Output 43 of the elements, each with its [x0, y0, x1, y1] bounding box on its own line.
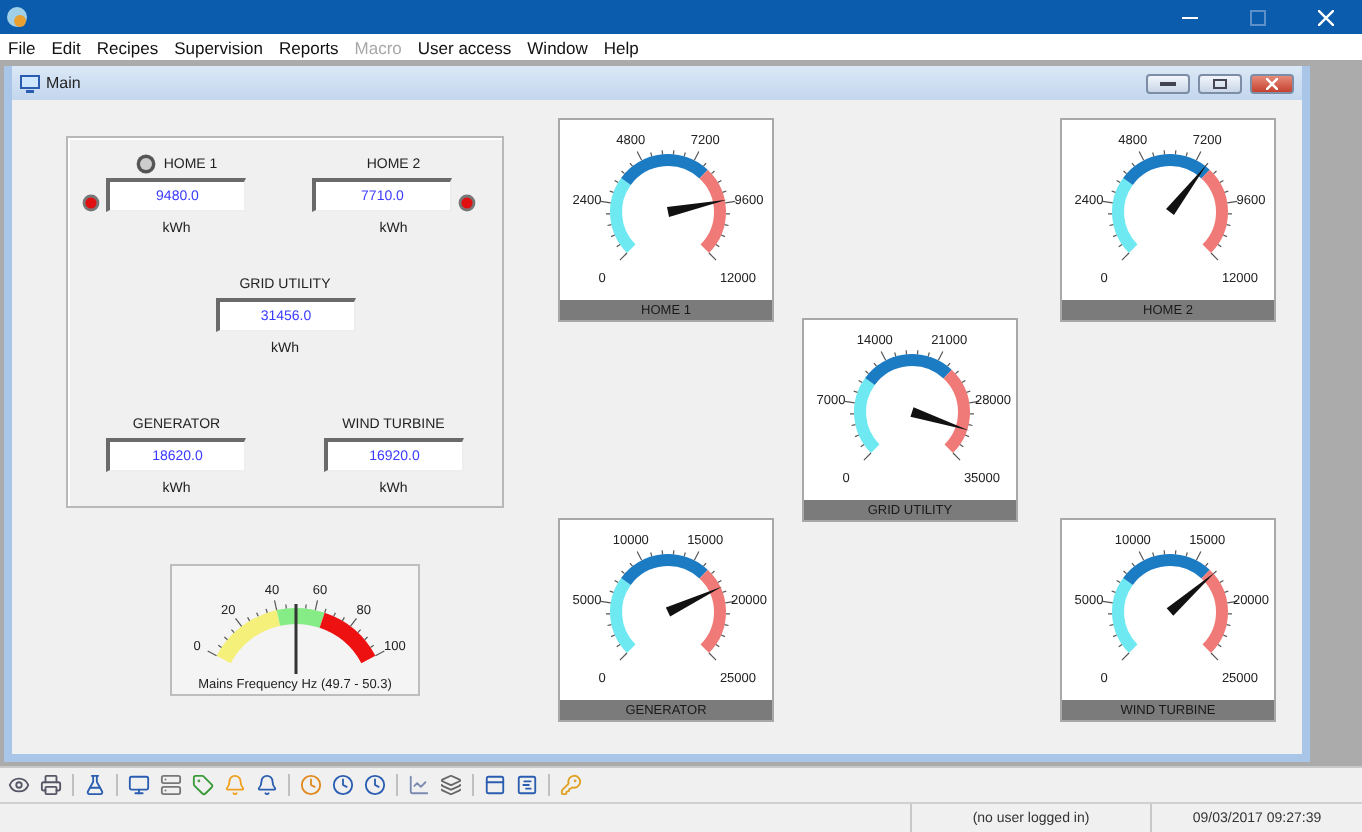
printer-icon[interactable]: [38, 772, 64, 798]
gauge-needle: [910, 407, 970, 431]
close-icon: [1318, 9, 1334, 25]
gauge-needle: [665, 586, 723, 617]
gauge-scale-drawing: [600, 149, 736, 261]
menu-item[interactable]: Supervision: [174, 37, 263, 57]
menu-item[interactable]: File: [8, 37, 36, 57]
maximize-icon: [1250, 9, 1266, 25]
window-title: Main: [46, 74, 81, 92]
restore-button[interactable]: [1198, 73, 1242, 93]
flask-icon[interactable]: [82, 772, 108, 798]
print-preview-icon[interactable]: [6, 772, 32, 798]
clock-icon[interactable]: [330, 772, 356, 798]
clock-icon[interactable]: [362, 772, 388, 798]
gauge-scale-drawing: [1102, 149, 1238, 261]
monitor-icon[interactable]: [126, 772, 152, 798]
line-chart-icon[interactable]: [406, 772, 432, 798]
menu-item[interactable]: Help: [603, 37, 639, 57]
menu-item[interactable]: Edit: [51, 37, 81, 57]
gauge-needle: [1166, 572, 1215, 616]
bell-icon[interactable]: [254, 772, 280, 798]
gauge-needle: [1166, 164, 1207, 216]
menu-item[interactable]: Window: [527, 37, 588, 57]
alarm-lamp: [82, 194, 101, 212]
window-icon[interactable]: [482, 772, 508, 798]
monitor-icon: [20, 73, 40, 93]
minimize-button[interactable]: [1146, 73, 1190, 93]
restore-icon: [1212, 77, 1228, 89]
app-icon: [6, 6, 28, 28]
gauge-needle: [667, 199, 727, 217]
tag-icon[interactable]: [190, 772, 216, 798]
close-button[interactable]: [1250, 73, 1294, 93]
alarm-lamp: [457, 194, 476, 212]
menu-item[interactable]: Recipes: [96, 37, 159, 57]
minimize-icon: [1160, 79, 1176, 87]
close-icon: [1266, 77, 1278, 89]
knob-icon: [135, 154, 156, 174]
window-icon[interactable]: [514, 772, 540, 798]
menu-item[interactable]: User access: [417, 37, 512, 57]
layers-icon[interactable]: [438, 772, 464, 798]
menu-item[interactable]: Reports: [279, 37, 339, 57]
server-icon[interactable]: [158, 772, 184, 798]
gauge-needle: [294, 604, 298, 674]
